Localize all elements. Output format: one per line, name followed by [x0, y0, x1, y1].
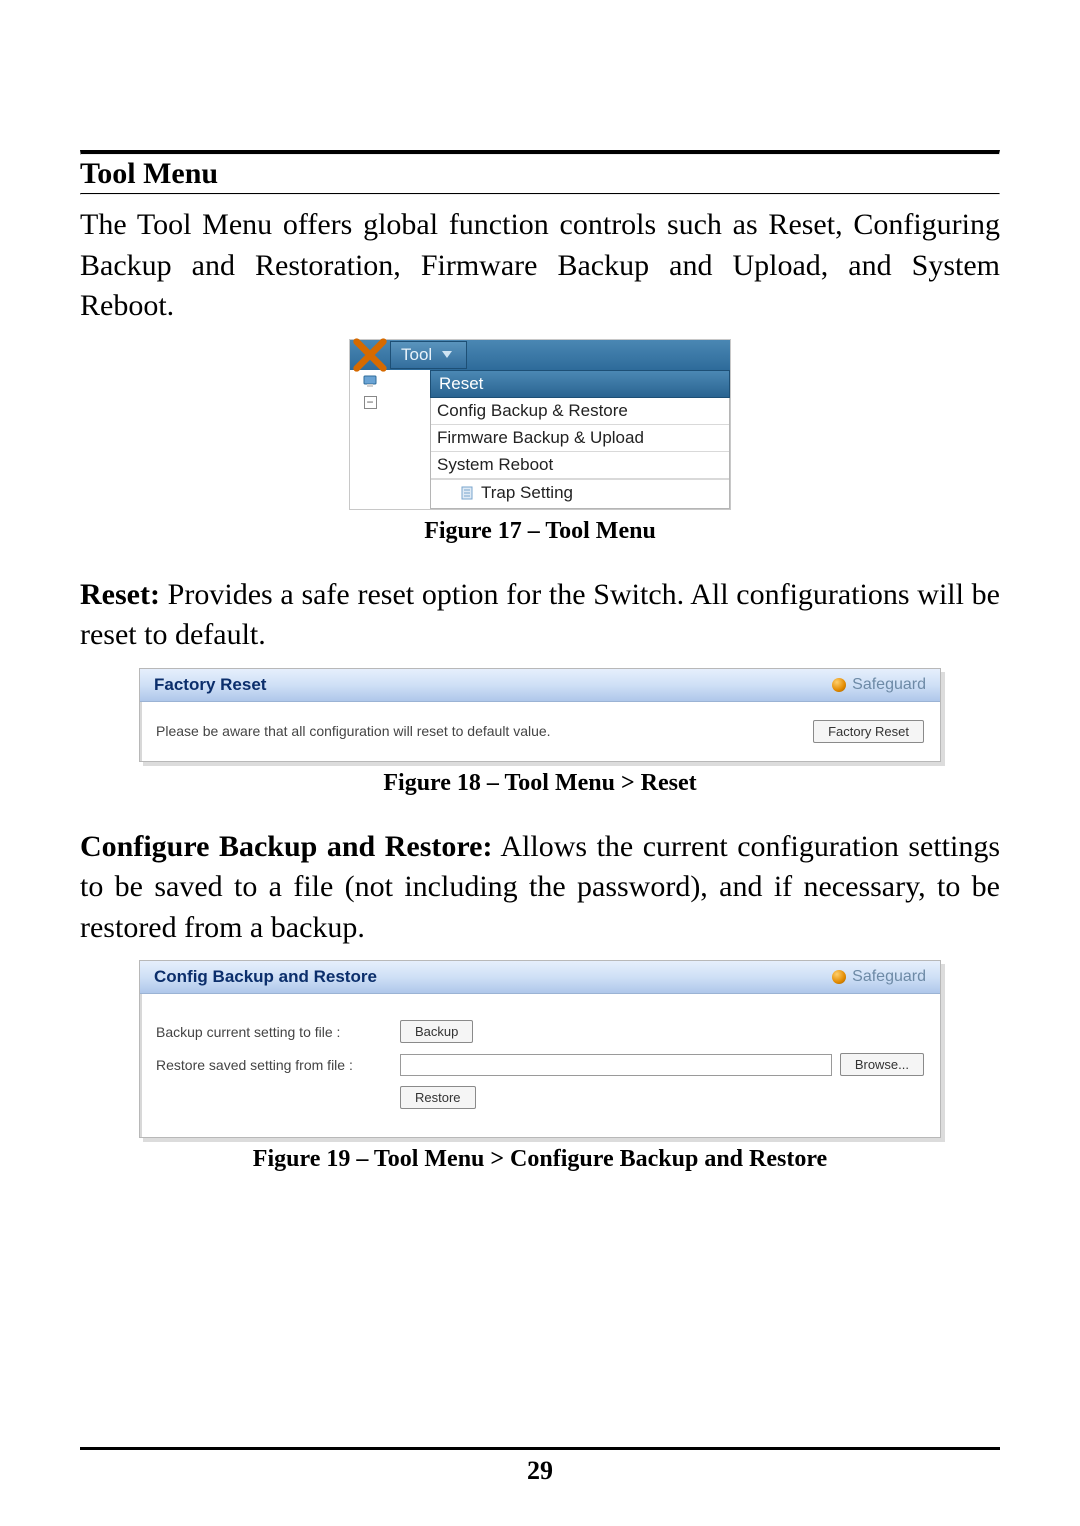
figure-18: Factory Reset Safeguard Please be aware …: [139, 668, 941, 762]
collapse-icon[interactable]: −: [364, 396, 377, 409]
reset-warning-text: Please be aware that all configuration w…: [156, 723, 551, 739]
menu-item-config-backup-restore[interactable]: Config Backup & Restore: [431, 398, 729, 425]
chevron-down-icon: [442, 351, 452, 358]
intro-paragraph: The Tool Menu offers global function con…: [80, 205, 1000, 327]
restore-button[interactable]: Restore: [400, 1086, 476, 1109]
figure-17-caption: Figure 17 – Tool Menu: [80, 518, 1000, 545]
figure-17: Tool − Reset Config Backup & Restore: [349, 339, 731, 510]
tool-dropdown-label: Tool: [401, 345, 432, 365]
figure-18-caption: Figure 18 – Tool Menu > Reset: [80, 770, 1000, 797]
menu-item-firmware-backup-upload[interactable]: Firmware Backup & Upload: [431, 425, 729, 452]
restore-file-input[interactable]: [400, 1054, 832, 1076]
browse-button[interactable]: Browse...: [840, 1053, 924, 1076]
device-icon: [362, 374, 378, 390]
safeguard-indicator: Safeguard: [832, 968, 926, 986]
panel-title: Factory Reset: [154, 675, 266, 695]
section-heading: Tool Menu: [80, 155, 1000, 193]
figure-19: Config Backup and Restore Safeguard Back…: [139, 960, 941, 1138]
restore-label: Restore saved setting from file :: [156, 1057, 386, 1073]
safeguard-indicator: Safeguard: [832, 676, 926, 694]
backup-button[interactable]: Backup: [400, 1020, 473, 1043]
menu-item-system-reboot[interactable]: System Reboot: [431, 452, 729, 479]
figure-19-caption: Figure 19 – Tool Menu > Configure Backup…: [80, 1146, 1000, 1173]
config-backup-paragraph: Configure Backup and Restore: Allows the…: [80, 827, 1000, 949]
factory-reset-button[interactable]: Factory Reset: [813, 720, 924, 743]
reset-paragraph: Reset: Provides a safe reset option for …: [80, 575, 1000, 656]
tool-dropdown[interactable]: Tool: [390, 341, 467, 369]
page-number: 29: [0, 1456, 1080, 1486]
menu-item-reset[interactable]: Reset: [430, 370, 730, 398]
panel-title: Config Backup and Restore: [154, 967, 377, 987]
safeguard-icon: [832, 678, 846, 692]
safeguard-icon: [832, 970, 846, 984]
tree-item-trap-setting[interactable]: Trap Setting: [431, 479, 729, 508]
document-icon: [459, 485, 475, 501]
backup-label: Backup current setting to file :: [156, 1024, 386, 1040]
wrench-icon: [350, 335, 390, 375]
